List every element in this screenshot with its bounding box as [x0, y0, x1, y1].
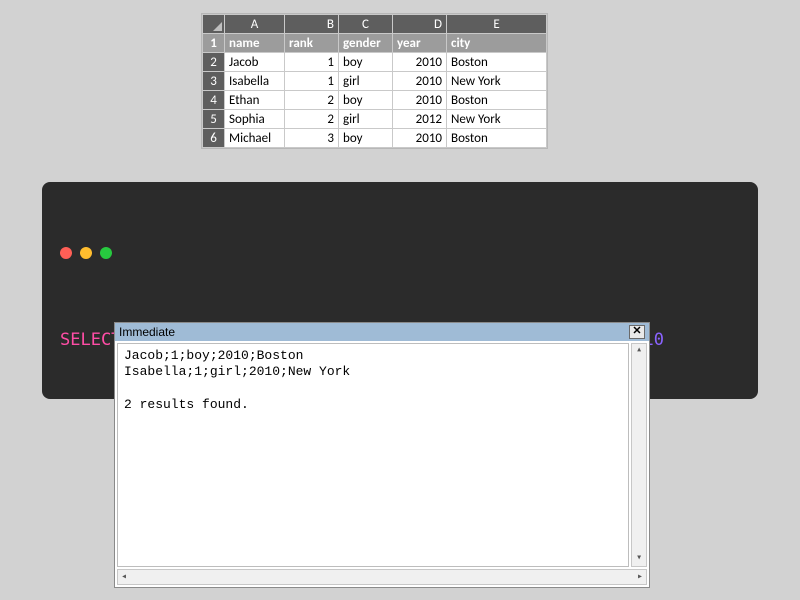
- cell[interactable]: boy: [339, 129, 393, 148]
- window-controls: [60, 247, 740, 259]
- cell[interactable]: 2010: [393, 72, 447, 91]
- cell[interactable]: Sophia: [225, 110, 285, 129]
- cell[interactable]: Michael: [225, 129, 285, 148]
- cell[interactable]: 2012: [393, 110, 447, 129]
- immediate-title-text: Immediate: [119, 325, 175, 339]
- cell[interactable]: year: [393, 34, 447, 53]
- cell[interactable]: girl: [339, 110, 393, 129]
- cell[interactable]: 2010: [393, 91, 447, 110]
- cell[interactable]: name: [225, 34, 285, 53]
- row-header-3[interactable]: 3: [203, 72, 225, 91]
- cell[interactable]: 2010: [393, 53, 447, 72]
- select-all-corner[interactable]: [203, 15, 225, 34]
- row-header-4[interactable]: 4: [203, 91, 225, 110]
- cell[interactable]: boy: [339, 53, 393, 72]
- col-header-E[interactable]: E: [447, 15, 547, 34]
- vertical-scrollbar[interactable]: ▴ ▾: [631, 343, 647, 567]
- row-header-6[interactable]: 6: [203, 129, 225, 148]
- cell[interactable]: 1: [285, 72, 339, 91]
- spreadsheet-table[interactable]: A B C D E 1 name rank gender year city 2…: [202, 14, 547, 148]
- close-button[interactable]: ✕: [629, 325, 645, 339]
- minimize-icon[interactable]: [80, 247, 92, 259]
- immediate-output[interactable]: [117, 343, 629, 567]
- row-header-5[interactable]: 5: [203, 110, 225, 129]
- horizontal-scrollbar[interactable]: ◂ ▸: [117, 569, 647, 585]
- cell[interactable]: gender: [339, 34, 393, 53]
- cell[interactable]: Boston: [447, 91, 547, 110]
- immediate-window: Immediate ✕ ▴ ▾ ◂ ▸: [114, 322, 650, 588]
- scroll-right-icon[interactable]: ▸: [634, 571, 646, 583]
- cell[interactable]: New York: [447, 110, 547, 129]
- row-header-1[interactable]: 1: [203, 34, 225, 53]
- cell[interactable]: Ethan: [225, 91, 285, 110]
- immediate-titlebar[interactable]: Immediate ✕: [115, 323, 649, 341]
- col-header-C[interactable]: C: [339, 15, 393, 34]
- scroll-up-icon[interactable]: ▴: [636, 344, 642, 358]
- close-icon[interactable]: [60, 247, 72, 259]
- row-header-2[interactable]: 2: [203, 53, 225, 72]
- cell[interactable]: girl: [339, 72, 393, 91]
- cell[interactable]: Jacob: [225, 53, 285, 72]
- scroll-down-icon[interactable]: ▾: [636, 552, 642, 566]
- cell[interactable]: 2: [285, 110, 339, 129]
- cell[interactable]: 3: [285, 129, 339, 148]
- cell[interactable]: Isabella: [225, 72, 285, 91]
- cell[interactable]: Boston: [447, 53, 547, 72]
- zoom-icon[interactable]: [100, 247, 112, 259]
- col-header-B[interactable]: B: [285, 15, 339, 34]
- cell[interactable]: boy: [339, 91, 393, 110]
- kw-select: SELECT: [60, 330, 121, 350]
- cell[interactable]: 2: [285, 91, 339, 110]
- cell[interactable]: New York: [447, 72, 547, 91]
- col-header-A[interactable]: A: [225, 15, 285, 34]
- col-header-D[interactable]: D: [393, 15, 447, 34]
- cell[interactable]: 1: [285, 53, 339, 72]
- cell[interactable]: rank: [285, 34, 339, 53]
- scroll-left-icon[interactable]: ◂: [118, 571, 130, 583]
- cell[interactable]: city: [447, 34, 547, 53]
- cell[interactable]: 2010: [393, 129, 447, 148]
- cell[interactable]: Boston: [447, 129, 547, 148]
